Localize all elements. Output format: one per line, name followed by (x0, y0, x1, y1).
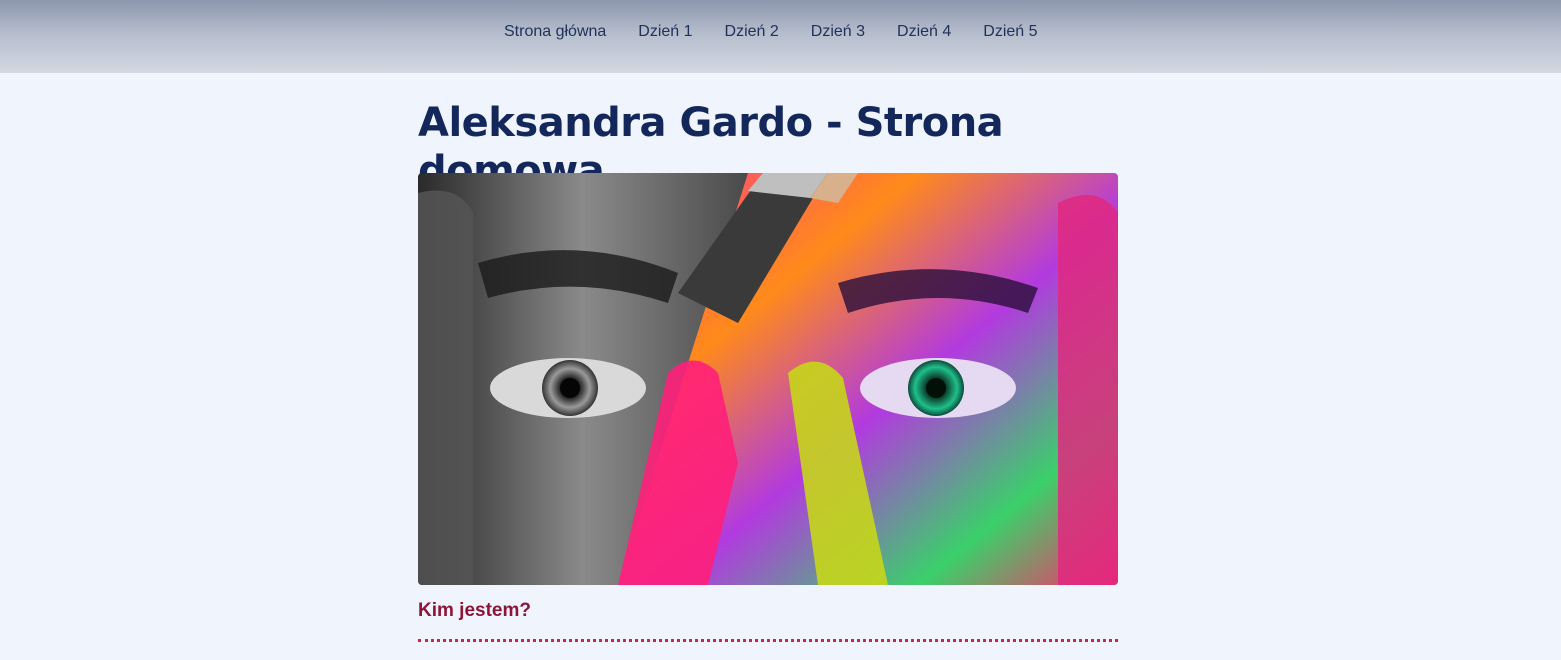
nav-link-day-4[interactable]: Dzień 4 (881, 21, 967, 43)
nav-item-day-3: Dzień 3 (795, 21, 881, 43)
section-divider (418, 639, 1118, 642)
section-heading-about: Kim jestem? (418, 600, 531, 621)
top-navigation: Strona główna Dzień 1 Dzień 2 Dzień 3 Dz… (0, 0, 1561, 73)
nav-item-day-4: Dzień 4 (881, 21, 967, 43)
nav-link-day-2[interactable]: Dzień 2 (709, 21, 795, 43)
main-content: Aleksandra Gardo - Strona domowa Kim jes… (418, 73, 1118, 642)
nav-link-day-1[interactable]: Dzień 1 (622, 21, 708, 43)
nav-item-day-1: Dzień 1 (622, 21, 708, 43)
nav-link-day-3[interactable]: Dzień 3 (795, 21, 881, 43)
nav-menu: Strona główna Dzień 1 Dzień 2 Dzień 3 Dz… (488, 21, 1054, 43)
hero-image (418, 173, 1118, 585)
nav-item-day-5: Dzień 5 (967, 21, 1053, 43)
painted-face-illustration (418, 173, 1118, 585)
nav-item-day-2: Dzień 2 (709, 21, 795, 43)
nav-link-day-5[interactable]: Dzień 5 (967, 21, 1053, 43)
nav-link-home[interactable]: Strona główna (488, 21, 622, 43)
nav-item-home: Strona główna (488, 21, 622, 43)
